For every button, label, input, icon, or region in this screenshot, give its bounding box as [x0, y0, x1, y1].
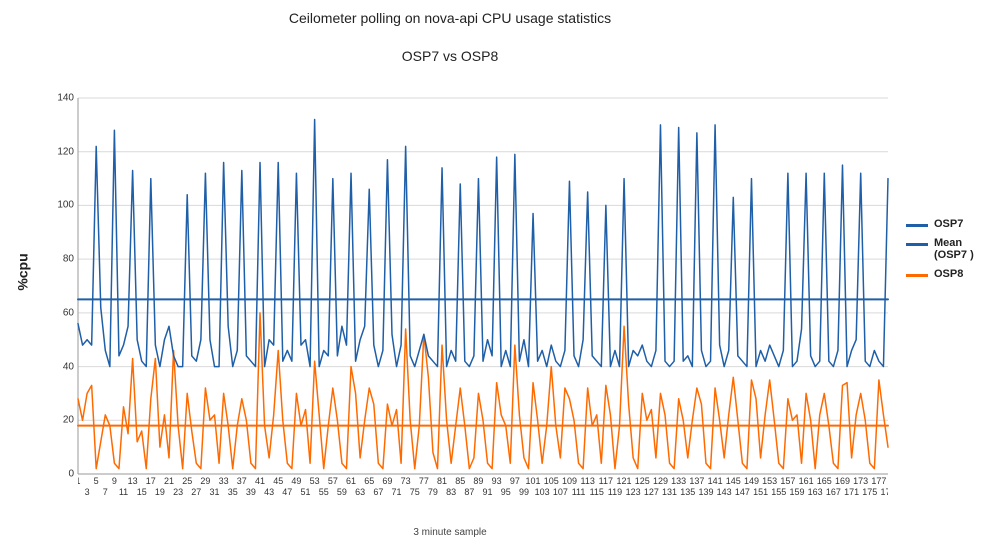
y-axis-label: %cpu — [15, 253, 31, 290]
chart-title: Ceilometer polling on nova-api CPU usage… — [0, 10, 900, 26]
x-axis-label: 3 minute sample — [0, 527, 900, 538]
legend-swatch-mean — [906, 243, 928, 246]
legend-swatch-osp8 — [906, 274, 928, 277]
series-osp7 — [78, 119, 888, 366]
plot-area — [78, 98, 888, 474]
legend-label-mean: Mean (OSP7 ) — [934, 237, 994, 262]
legend-item-osp8: OSP8 — [906, 268, 994, 281]
legend: OSP7 Mean (OSP7 ) OSP8 — [906, 218, 994, 287]
chart-subtitle: OSP7 vs OSP8 — [0, 48, 900, 64]
y-axis-ticks: 020406080100120140 — [48, 98, 74, 474]
x-axis-ticks: 1357911131517192123252729313335373941434… — [78, 476, 888, 514]
legend-label-osp8: OSP8 — [934, 268, 963, 281]
legend-swatch-osp7 — [906, 224, 928, 227]
legend-label-osp7: OSP7 — [934, 218, 963, 231]
chart-container: Ceilometer polling on nova-api CPU usage… — [0, 0, 1000, 544]
legend-item-mean: Mean (OSP7 ) — [906, 237, 994, 262]
legend-item-osp7: OSP7 — [906, 218, 994, 231]
